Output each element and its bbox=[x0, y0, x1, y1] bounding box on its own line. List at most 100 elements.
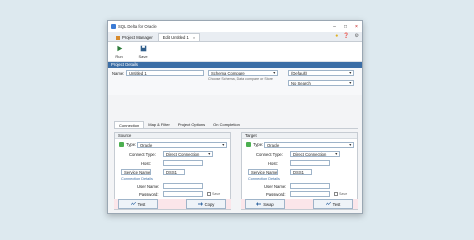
tab-project-manager[interactable]: Project Manager bbox=[111, 33, 158, 41]
chevron-down-icon: ▼ bbox=[207, 151, 211, 156]
target-test-label: Test bbox=[332, 201, 341, 207]
source-type-value: Oracle bbox=[140, 142, 153, 148]
swap-button[interactable]: Swap bbox=[245, 199, 285, 209]
chevron-down-icon: ▼ bbox=[348, 70, 352, 75]
compare-type-select[interactable]: Schema Compare ▼ bbox=[208, 70, 278, 76]
search-select-value: No Search bbox=[291, 80, 311, 86]
folder-icon bbox=[116, 35, 120, 40]
target-conn-type-value: Direct Connection bbox=[293, 151, 327, 157]
target-type-row: Type: bbox=[246, 142, 263, 147]
chevron-down-icon: ▼ bbox=[272, 70, 276, 75]
tab-label: Project Manager bbox=[122, 35, 153, 40]
settings-icon[interactable]: ⚙ bbox=[355, 33, 359, 39]
chevron-down-icon: ▼ bbox=[277, 170, 278, 175]
source-user-input[interactable] bbox=[163, 183, 203, 189]
database-icon bbox=[246, 142, 251, 147]
target-service-select-value: Service Name bbox=[251, 169, 278, 175]
tab-project-options[interactable]: Project Options bbox=[174, 121, 209, 128]
target-password-input[interactable] bbox=[290, 191, 330, 197]
checkbox-icon bbox=[334, 192, 338, 196]
target-header: Target bbox=[242, 133, 357, 139]
app-window: SQL Delta for Oracle – □ × Project Manag… bbox=[107, 20, 363, 214]
target-password-label: Password: bbox=[266, 192, 286, 197]
swap-label: Swap bbox=[263, 201, 274, 207]
default-select-value: (Default) bbox=[291, 70, 308, 76]
target-conn-type-label: Connect Type: bbox=[256, 152, 283, 157]
window-title: SQL Delta for Oracle bbox=[118, 24, 157, 29]
chevron-down-icon: ▼ bbox=[334, 151, 338, 156]
source-password-label: Password: bbox=[139, 192, 159, 197]
source-conn-type-select[interactable]: Direct Connection ▼ bbox=[163, 151, 213, 157]
project-name-input[interactable]: Untitled 1 bbox=[126, 70, 204, 76]
source-host-input[interactable] bbox=[163, 160, 203, 166]
source-copy-button[interactable]: Copy bbox=[186, 199, 226, 209]
source-save-checkbox[interactable]: Save bbox=[207, 192, 220, 196]
target-user-label: User Name: bbox=[264, 184, 287, 189]
source-conn-type-label: Connect Type: bbox=[129, 152, 156, 157]
save-button[interactable]: Save bbox=[136, 45, 150, 59]
source-type-label: Type: bbox=[126, 142, 137, 147]
target-save-checkbox[interactable]: Save bbox=[334, 192, 347, 196]
database-icon bbox=[119, 142, 124, 147]
source-user-label: User Name: bbox=[137, 184, 160, 189]
minimize-icon[interactable]: – bbox=[329, 24, 340, 30]
title-bar: SQL Delta for Oracle – □ × bbox=[108, 21, 362, 32]
target-connection-details: Connection Details bbox=[248, 177, 280, 181]
lightbulb-icon[interactable]: ● bbox=[335, 33, 338, 39]
source-password-input[interactable] bbox=[163, 191, 203, 197]
app-icon bbox=[111, 24, 116, 29]
source-header: Source bbox=[115, 133, 230, 139]
target-user-input[interactable] bbox=[290, 183, 330, 189]
source-test-button[interactable]: Test bbox=[118, 199, 158, 209]
run-button[interactable]: Run bbox=[112, 45, 126, 59]
source-service-select[interactable]: Service Name ▼ bbox=[121, 169, 151, 175]
target-service-input[interactable]: DSS1 bbox=[290, 169, 312, 175]
source-test-label: Test bbox=[137, 201, 146, 207]
source-conn-type-value: Direct Connection bbox=[166, 151, 200, 157]
test-icon bbox=[130, 202, 136, 206]
top-right-icons: ● ❓ ⚙ bbox=[335, 33, 359, 39]
target-conn-type-select[interactable]: Direct Connection ▼ bbox=[290, 151, 340, 157]
tab-label: Edit Untitled 1 bbox=[162, 35, 189, 40]
document-tabs: Project Manager Edit Untitled 1 × ● ❓ ⚙ bbox=[108, 32, 362, 42]
target-type-label: Type: bbox=[253, 142, 264, 147]
tab-connection[interactable]: Connection bbox=[114, 121, 145, 128]
source-save-label: Save bbox=[212, 192, 221, 196]
target-host-label: Host: bbox=[268, 161, 278, 166]
tab-edit-untitled[interactable]: Edit Untitled 1 × bbox=[157, 33, 201, 41]
chevron-down-icon: ▼ bbox=[150, 170, 151, 175]
save-label: Save bbox=[138, 53, 148, 59]
help-icon[interactable]: ❓ bbox=[343, 33, 349, 39]
source-service-input[interactable]: DSS1 bbox=[163, 169, 185, 175]
save-icon bbox=[140, 45, 146, 51]
run-icon bbox=[116, 45, 122, 51]
tab-on-completion[interactable]: On Completion bbox=[209, 121, 244, 128]
target-type-select[interactable]: Oracle ▼ bbox=[264, 142, 354, 148]
chevron-down-icon: ▼ bbox=[348, 80, 352, 85]
source-connection-details: Connection Details bbox=[121, 177, 153, 181]
tab-map-filter[interactable]: Map & Filter bbox=[144, 121, 174, 128]
source-host-label: Host: bbox=[141, 161, 151, 166]
chevron-down-icon: ▼ bbox=[348, 142, 352, 147]
chevron-down-icon: ▼ bbox=[221, 142, 225, 147]
source-type-select[interactable]: Oracle ▼ bbox=[137, 142, 227, 148]
source-service-select-value: Service Name bbox=[124, 169, 151, 175]
source-type-row: Type: bbox=[119, 142, 136, 147]
target-service-select[interactable]: Service Name ▼ bbox=[248, 169, 278, 175]
maximize-icon[interactable]: □ bbox=[340, 24, 351, 30]
compare-type-value: Schema Compare bbox=[211, 70, 245, 76]
target-test-button[interactable]: Test bbox=[313, 199, 353, 209]
tab-close-icon[interactable]: × bbox=[193, 35, 195, 40]
project-details: Name: Untitled 1 Schema Compare ▼ Choose… bbox=[108, 68, 362, 95]
target-host-input[interactable] bbox=[290, 160, 330, 166]
default-select[interactable]: (Default) ▼ bbox=[288, 70, 354, 76]
source-copy-label: Copy bbox=[204, 201, 215, 207]
window-controls: – □ × bbox=[329, 24, 362, 30]
search-select[interactable]: No Search ▼ bbox=[288, 80, 354, 86]
close-icon[interactable]: × bbox=[351, 24, 362, 30]
swap-icon bbox=[256, 202, 262, 206]
target-save-label: Save bbox=[339, 192, 348, 196]
project-subtabs: Connection Map & Filter Project Options … bbox=[114, 121, 358, 129]
name-label: Name: bbox=[112, 71, 125, 76]
run-label: Run bbox=[115, 53, 123, 59]
